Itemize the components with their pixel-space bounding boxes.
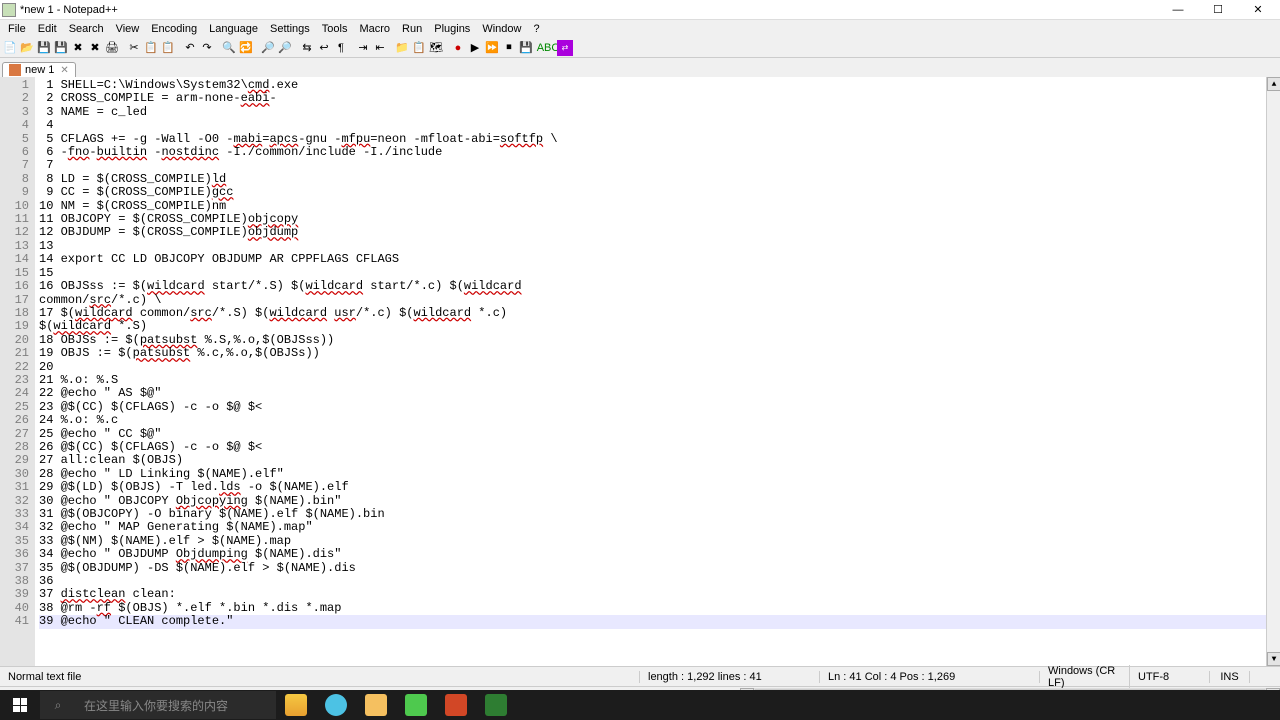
line-number-gutter: 1234567891011121314151617181920212223242… xyxy=(0,77,35,666)
task-edge[interactable] xyxy=(316,690,356,720)
save-icon[interactable]: 💾 xyxy=(36,40,52,56)
allchars-icon[interactable]: ¶ xyxy=(333,40,349,56)
paste-icon[interactable]: 📋 xyxy=(160,40,176,56)
tab-modified-icon xyxy=(9,64,21,76)
tab-close-icon[interactable]: ✕ xyxy=(60,65,68,76)
task-app1[interactable] xyxy=(396,690,436,720)
record-icon[interactable]: ● xyxy=(450,40,466,56)
search-input[interactable]: 在这里输入你要搜索的内容 xyxy=(76,691,276,719)
tabs: new 1 ✕ xyxy=(0,58,1280,77)
close-button[interactable]: ✕ xyxy=(1238,0,1278,20)
status-length: length : 1,292 lines : 41 xyxy=(640,671,820,683)
undo-icon[interactable]: ↶ xyxy=(182,40,198,56)
redo-icon[interactable]: ↷ xyxy=(199,40,215,56)
windows-logo-icon xyxy=(13,698,27,712)
menu-file[interactable]: File xyxy=(2,23,32,35)
app-icon xyxy=(2,3,16,17)
status-eol: Windows (CR LF) xyxy=(1040,665,1130,689)
maximize-button[interactable]: ☐ xyxy=(1198,0,1238,20)
outdent-icon[interactable]: ⇤ xyxy=(372,40,388,56)
tab-label: new 1 xyxy=(25,64,54,76)
menu-language[interactable]: Language xyxy=(203,23,264,35)
menu-help[interactable]: ? xyxy=(527,23,545,35)
saveall-icon[interactable]: 💾 xyxy=(53,40,69,56)
spellcheck-icon[interactable]: ABC xyxy=(540,40,556,56)
menu-view[interactable]: View xyxy=(110,23,146,35)
toolbar: 📄 📂 💾 💾 ✖ ✖ 🖨 ✂ 📋 📋 ↶ ↷ 🔍 🔁 🔎 🔎 ⇆ ↩ ¶ ⇥ … xyxy=(0,38,1280,58)
stop-icon[interactable]: ⏹ xyxy=(501,40,517,56)
tab-new1[interactable]: new 1 ✕ xyxy=(2,62,76,77)
status-position: Ln : 41 Col : 4 Pos : 1,269 xyxy=(820,671,1040,683)
compare-icon[interactable]: ⇄ xyxy=(557,40,573,56)
task-app2[interactable] xyxy=(476,690,516,720)
print-icon[interactable]: 🖨 xyxy=(104,40,120,56)
editor: 1234567891011121314151617181920212223242… xyxy=(0,77,1280,666)
task-pen[interactable] xyxy=(276,690,316,720)
funclist-icon[interactable]: 📋 xyxy=(411,40,427,56)
task-explorer[interactable] xyxy=(356,690,396,720)
menu-settings[interactable]: Settings xyxy=(264,23,316,35)
menubar: File Edit Search View Encoding Language … xyxy=(0,20,1280,38)
indent-icon[interactable]: ⇥ xyxy=(355,40,371,56)
folder-icon[interactable]: 📁 xyxy=(394,40,410,56)
statusbar: Normal text file length : 1,292 lines : … xyxy=(0,666,1280,686)
taskbar: ⌕ 在这里输入你要搜索的内容 xyxy=(0,690,1280,720)
status-insert-mode: INS xyxy=(1210,671,1250,683)
status-encoding: UTF-8 xyxy=(1130,671,1210,683)
cut-icon[interactable]: ✂ xyxy=(126,40,142,56)
window-title: *new 1 - Notepad++ xyxy=(20,4,1158,16)
zoomin-icon[interactable]: 🔎 xyxy=(260,40,276,56)
menu-encoding[interactable]: Encoding xyxy=(145,23,203,35)
start-button[interactable] xyxy=(0,690,40,720)
replace-icon[interactable]: 🔁 xyxy=(238,40,254,56)
code-area[interactable]: 1 SHELL=C:\Windows\System32\cmd.exe 2 CR… xyxy=(35,77,1280,666)
savemacro-icon[interactable]: 💾 xyxy=(518,40,534,56)
docmap-icon[interactable]: 🗺 xyxy=(428,40,444,56)
task-powerpoint[interactable] xyxy=(436,690,476,720)
scroll-down-icon[interactable]: ▼ xyxy=(1267,652,1280,666)
open-icon[interactable]: 📂 xyxy=(19,40,35,56)
vertical-scrollbar[interactable]: ▲ ▼ xyxy=(1266,77,1280,666)
close-icon[interactable]: ✖ xyxy=(70,40,86,56)
zoomout-icon[interactable]: 🔎 xyxy=(277,40,293,56)
titlebar: *new 1 - Notepad++ — ☐ ✕ xyxy=(0,0,1280,20)
search-icon[interactable]: ⌕ xyxy=(40,691,76,719)
playmulti-icon[interactable]: ⏩ xyxy=(484,40,500,56)
menu-edit[interactable]: Edit xyxy=(32,23,63,35)
status-filetype: Normal text file xyxy=(0,671,640,683)
copy-icon[interactable]: 📋 xyxy=(143,40,159,56)
menu-tools[interactable]: Tools xyxy=(316,23,354,35)
menu-search[interactable]: Search xyxy=(63,23,110,35)
menu-window[interactable]: Window xyxy=(476,23,527,35)
scroll-up-icon[interactable]: ▲ xyxy=(1267,77,1280,91)
closeall-icon[interactable]: ✖ xyxy=(87,40,103,56)
wrap-icon[interactable]: ↩ xyxy=(316,40,332,56)
sync-icon[interactable]: ⇆ xyxy=(299,40,315,56)
new-icon[interactable]: 📄 xyxy=(2,40,18,56)
menu-macro[interactable]: Macro xyxy=(353,23,396,35)
find-icon[interactable]: 🔍 xyxy=(221,40,237,56)
menu-plugins[interactable]: Plugins xyxy=(428,23,476,35)
minimize-button[interactable]: — xyxy=(1158,0,1198,20)
play-icon[interactable]: ▶ xyxy=(467,40,483,56)
menu-run[interactable]: Run xyxy=(396,23,428,35)
